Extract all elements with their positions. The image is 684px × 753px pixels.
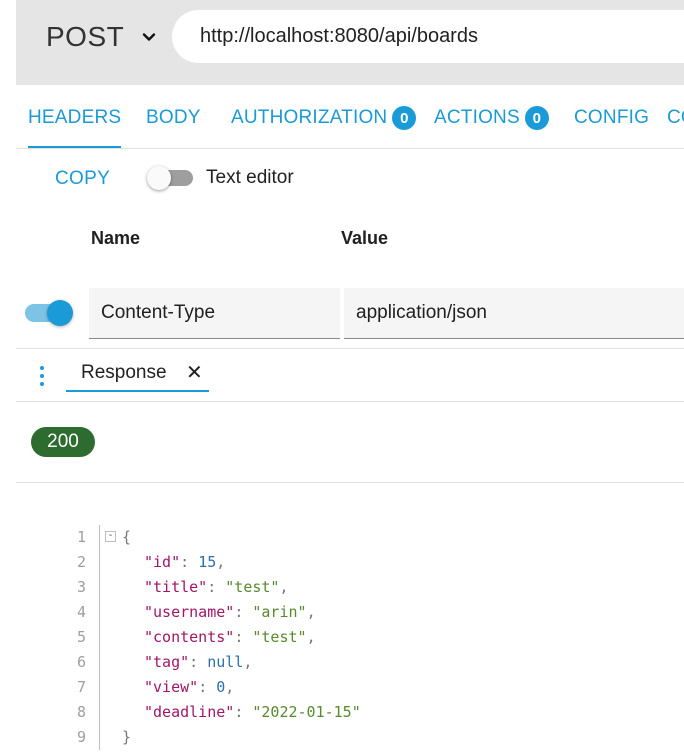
text-editor-label: Text editor [206,167,294,188]
code-line: 3 "title": "test", [0,575,684,600]
response-tab[interactable]: Response ✕ [66,358,209,392]
tab-config[interactable]: CONFIG [574,90,649,146]
code-line: 8 "deadline": "2022-01-15" [0,700,684,725]
line-number: 7 [76,678,86,696]
header-name-field[interactable]: Content-Type [89,288,340,339]
response-body-viewer: 1 - { 2 "id": 15, 3 "title": "test", 4 "… [0,525,684,750]
code-line: 6 "tag": null, [0,650,684,675]
tab-label: AUTHORIZATION [231,107,388,128]
line-number: 9 [76,728,86,746]
json-key: "tag" [144,653,190,671]
tab-label: CONFIG [574,107,650,128]
json-value: 15 [198,553,217,571]
tab-label: ACTIONS [434,107,520,128]
json-value: "test" [225,578,280,596]
json-key: "id" [144,553,181,571]
method-label: POST [46,21,125,52]
line-number: 4 [76,603,86,621]
code-line: 4 "username": "arin", [0,600,684,625]
json-comma: , [306,603,316,621]
toggle-knob [147,166,171,190]
tab-body[interactable]: BODY [146,90,201,146]
code-line: 9 } [0,725,684,750]
tab-label: HEADERS [28,107,122,128]
close-brace: } [122,728,132,746]
tab-label: BODY [146,107,201,128]
json-key: "username" [144,603,235,621]
divider [16,348,684,349]
tab-label: CO [667,107,684,128]
count-badge: 0 [392,106,417,130]
line-number: 5 [76,628,86,646]
json-key: "contents" [144,628,235,646]
divider [16,401,684,402]
json-key: "view" [144,678,199,696]
header-value-field[interactable]: application/json [344,288,684,339]
json-key: "deadline" [144,703,235,721]
json-value: "arin" [252,603,307,621]
json-comma: , [279,578,289,596]
code-line: 7 "view": 0, [0,675,684,700]
header-enabled-toggle[interactable] [25,300,73,326]
text-editor-toggle[interactable] [147,166,193,190]
method-select[interactable]: POST [46,20,156,54]
kebab-menu-icon[interactable] [34,364,50,390]
json-comma: , [216,553,226,571]
line-number: 8 [76,703,86,721]
copy-button[interactable]: COPY [55,168,110,190]
count-badge: 0 [524,106,549,130]
json-value: 0 [216,678,226,696]
fold-icon[interactable]: - [105,531,116,542]
request-tabs: HEADERS BODY AUTHORIZATION 0 ACTIONS 0 C… [16,90,684,149]
line-number: 6 [76,653,86,671]
line-number: 3 [76,578,86,596]
json-comma: , [225,678,235,696]
json-value: "2022-01-15" [252,703,361,721]
json-comma: , [243,653,253,671]
toggle-knob [47,300,73,326]
code-line: 5 "contents": "test", [0,625,684,650]
tab-more[interactable]: CO [667,90,684,146]
value-column-header: Value [341,228,389,248]
chevron-down-icon [143,33,156,41]
request-bar: POST http://localhost:8080/api/boards [16,0,684,85]
json-key: "title" [144,578,208,596]
line-number: 1 [76,528,86,546]
tab-authorization[interactable]: AUTHORIZATION 0 [231,90,417,146]
open-brace: { [122,528,132,546]
code-line: 1 - { [0,525,684,550]
status-badge: 200 [31,427,95,457]
json-value: "test" [252,628,307,646]
code-line: 2 "id": 15, [0,550,684,575]
json-comma: , [306,628,316,646]
json-value: null [207,653,244,671]
tab-actions[interactable]: ACTIONS 0 [434,90,549,146]
url-input[interactable]: http://localhost:8080/api/boards [172,10,684,63]
name-column-header: Name [91,228,141,248]
divider [16,482,684,483]
line-number: 2 [76,553,86,571]
tab-headers[interactable]: HEADERS [28,90,122,148]
close-icon[interactable]: ✕ [186,360,203,385]
response-tab-label: Response [81,362,167,383]
